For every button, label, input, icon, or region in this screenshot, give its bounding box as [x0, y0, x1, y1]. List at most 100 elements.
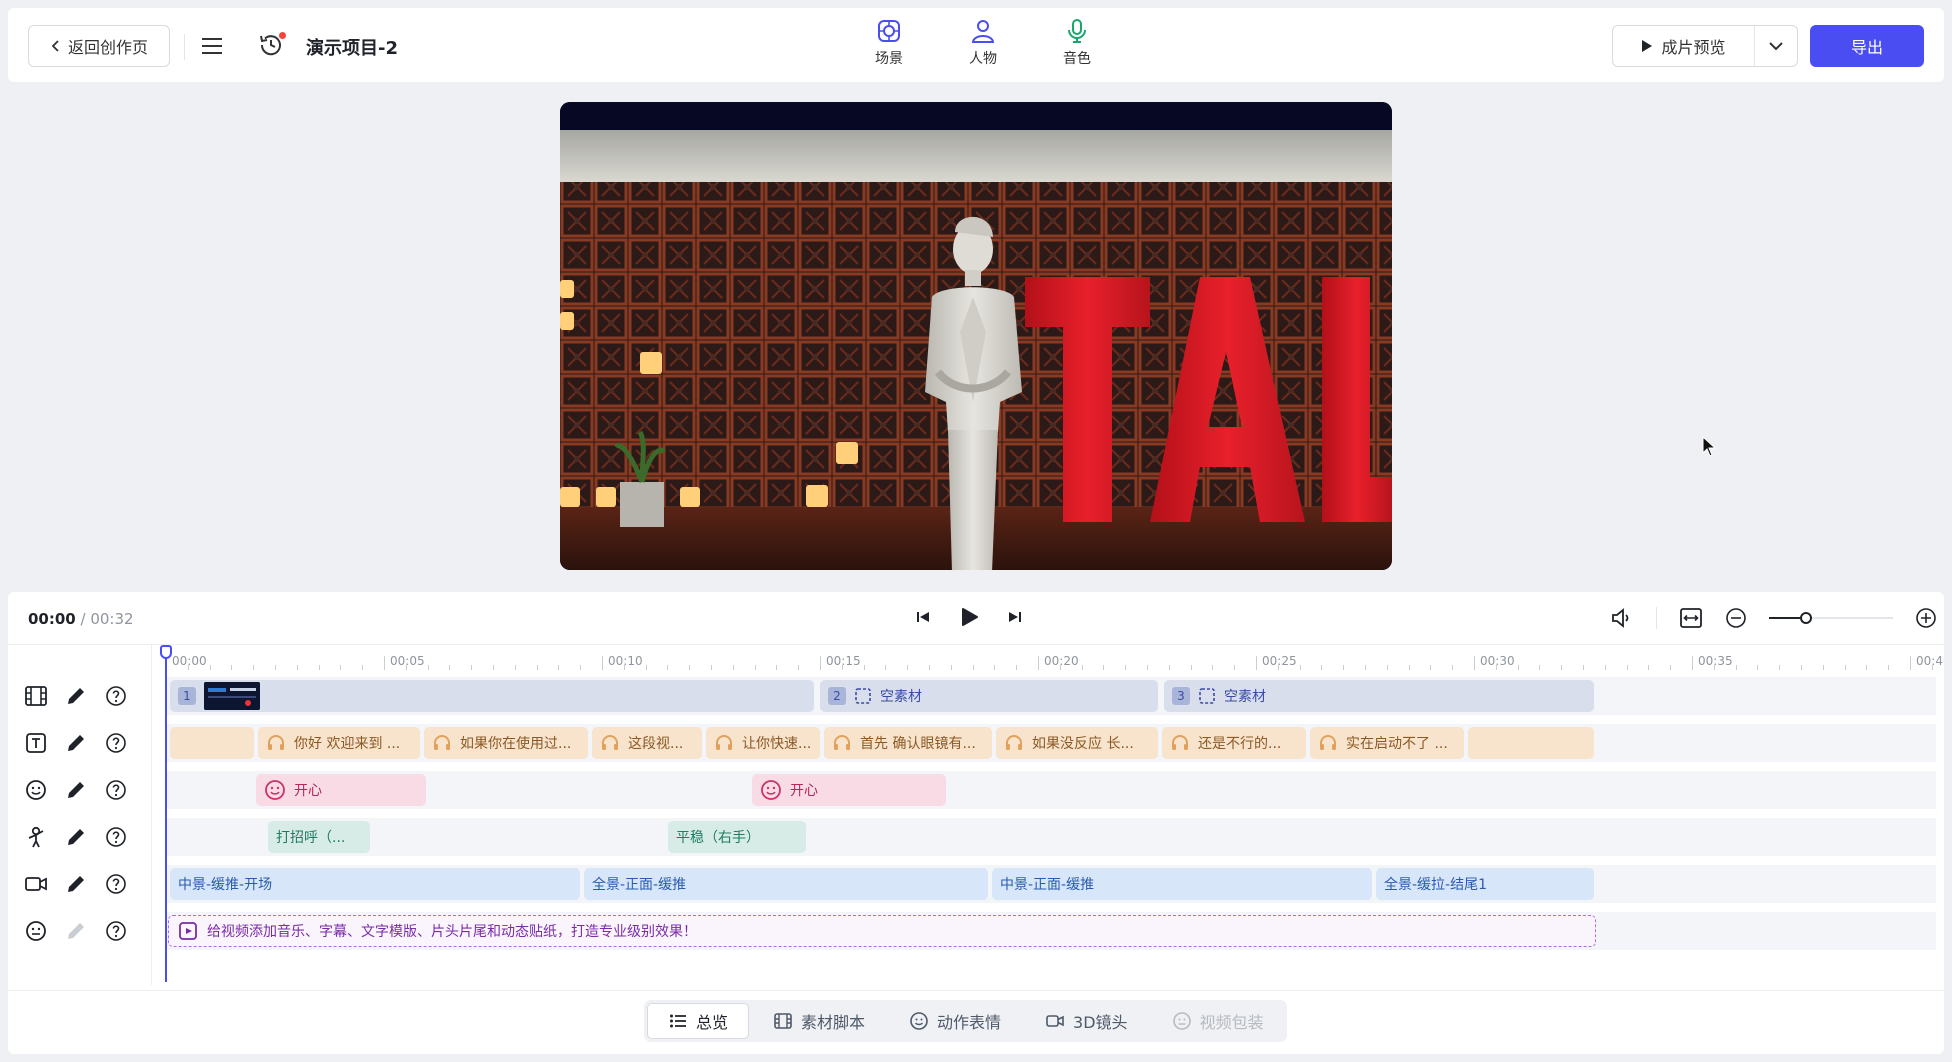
ruler-tick — [1626, 665, 1628, 670]
line-clip[interactable]: 这段视... — [592, 727, 702, 759]
help-icon[interactable] — [104, 684, 128, 708]
line-clip[interactable]: 让你快速... — [706, 727, 820, 759]
volume-icon[interactable] — [1610, 606, 1634, 630]
track-emotion: 开心 开心 — [8, 771, 1944, 809]
ruler-tick — [1931, 665, 1933, 670]
headphones-icon — [1004, 733, 1024, 753]
tab-3d-camera[interactable]: 3D镜头 — [1025, 1003, 1148, 1039]
preview-button[interactable]: 成片预览 — [1613, 26, 1755, 66]
help-icon[interactable] — [104, 825, 128, 849]
line-clip-gap[interactable] — [1468, 727, 1594, 759]
zoom-in-icon[interactable] — [1915, 607, 1937, 629]
ruler-tick — [580, 665, 582, 670]
ruler-tick — [1038, 656, 1039, 670]
ruler-tick — [689, 665, 691, 670]
ruler-tick — [711, 665, 712, 670]
video-preview[interactable] — [560, 102, 1392, 570]
line-text: 如果你在使用过... — [460, 736, 572, 752]
tab-scene-label: 场景 — [875, 51, 903, 67]
scene-thumbnail — [204, 682, 260, 710]
ruler-label: 00:30 — [1480, 654, 1515, 668]
track-packaging-controls — [24, 919, 128, 943]
line-clip[interactable]: 如果没反应 长... — [996, 727, 1158, 759]
line-text: 实在启动不了 ... — [1346, 736, 1448, 752]
gesture-icon — [24, 825, 48, 849]
ruler-tick — [1844, 665, 1846, 670]
ruler-label: 00:10 — [608, 654, 643, 668]
line-clip[interactable]: 还是不行的... — [1162, 727, 1306, 759]
headphones-icon — [432, 733, 452, 753]
track-script: 你好 欢迎来到 ... 如果你在使用过... 这段视... 让你快速... 首先… — [8, 724, 1944, 762]
pencil-icon[interactable] — [64, 778, 88, 802]
playhead-line[interactable] — [165, 648, 167, 982]
ruler-tick — [275, 665, 276, 670]
time-ruler[interactable]: 00:00 00:05 00:10 00:15 00:20 00:25 00:3… — [164, 644, 1944, 670]
action-clip[interactable]: 平稳（右手） — [668, 821, 806, 853]
line-clip-gap[interactable] — [170, 727, 254, 759]
track-scene: 1 2 空素材 3 空素材 — [8, 677, 1944, 715]
skip-back-icon[interactable] — [914, 608, 932, 626]
pencil-icon[interactable] — [64, 731, 88, 755]
fit-width-icon[interactable] — [1679, 606, 1703, 630]
ruler-tick — [187, 665, 189, 670]
zoom-slider[interactable] — [1769, 606, 1893, 630]
line-clip[interactable]: 实在启动不了 ... — [1310, 727, 1464, 759]
emotion-clip[interactable]: 开心 — [256, 774, 426, 806]
tab-person-label: 人物 — [969, 51, 997, 67]
play-icon[interactable] — [958, 606, 980, 628]
ruler-tick — [253, 665, 255, 670]
line-clip[interactable]: 如果你在使用过... — [424, 727, 588, 759]
ruler-tick — [1822, 665, 1824, 670]
pencil-icon[interactable] — [64, 872, 88, 896]
help-icon[interactable] — [104, 731, 128, 755]
help-icon[interactable] — [104, 919, 128, 943]
ruler-tick — [340, 665, 342, 670]
skip-forward-icon[interactable] — [1006, 608, 1024, 626]
time-separator: / — [75, 610, 91, 628]
zoom-out-icon[interactable] — [1725, 607, 1747, 629]
help-icon[interactable] — [104, 872, 128, 896]
line-clip[interactable]: 首先 确认眼镜有... — [824, 727, 992, 759]
tab-voice[interactable]: 音色 — [1052, 18, 1102, 68]
ruler-tick — [1408, 665, 1410, 670]
zoom-knob[interactable] — [1800, 612, 1812, 624]
action-label: 打招呼（... — [276, 830, 346, 846]
pencil-icon[interactable] — [64, 825, 88, 849]
tab-action-expression[interactable]: 动作表情 — [889, 1003, 1021, 1039]
headphones-icon — [266, 733, 286, 753]
list-icon — [668, 1011, 688, 1031]
tab-video-packaging-label: 视频包装 — [1199, 1013, 1264, 1032]
empty-frame-icon — [854, 687, 872, 705]
playhead-handle[interactable] — [160, 645, 172, 659]
camera-clip[interactable]: 全景-缓拉-结尾1 — [1376, 868, 1594, 900]
tab-voice-label: 音色 — [1063, 51, 1091, 67]
scene-clip[interactable]: 2 空素材 — [820, 680, 1158, 712]
scene-clip[interactable]: 3 空素材 — [1164, 680, 1594, 712]
export-button[interactable]: 导出 — [1810, 25, 1924, 67]
packaging-clip[interactable]: 给视频添加音乐、字幕、文字模版、片头片尾和动态贴纸，打造专业级别效果！ — [168, 915, 1596, 947]
ruler-tick — [885, 665, 887, 670]
tab-person[interactable]: 人物 — [958, 18, 1008, 68]
help-icon[interactable] — [104, 778, 128, 802]
preview-dropdown-button[interactable] — [1755, 26, 1797, 66]
tab-scene[interactable]: 场景 — [864, 18, 914, 68]
tab-overview[interactable]: 总览 — [647, 1003, 750, 1039]
camera-clip[interactable]: 中景-正面-缓推 — [992, 868, 1372, 900]
ruler-tick — [841, 665, 843, 670]
menu-icon[interactable] — [198, 32, 226, 60]
play-icon — [1641, 39, 1653, 53]
camera-clip[interactable]: 全景-正面-缓推 — [584, 868, 988, 900]
tab-material-script[interactable]: 素材脚本 — [753, 1003, 885, 1039]
action-clip[interactable]: 打招呼（... — [268, 821, 370, 853]
pencil-icon[interactable] — [64, 684, 88, 708]
history-icon[interactable] — [256, 30, 286, 60]
line-clip[interactable]: 你好 欢迎来到 ... — [258, 727, 420, 759]
track-scene-controls — [24, 684, 128, 708]
back-to-workspace-button[interactable]: 返回创作页 — [28, 25, 170, 67]
total-time: 00:32 — [90, 610, 134, 628]
emotion-clip[interactable]: 开心 — [752, 774, 946, 806]
scene-clip[interactable]: 1 — [170, 680, 814, 712]
camera-clip[interactable]: 中景-缓推-开场 — [170, 868, 580, 900]
add-media-icon — [177, 920, 199, 942]
action-label: 平稳（右手） — [676, 830, 760, 846]
